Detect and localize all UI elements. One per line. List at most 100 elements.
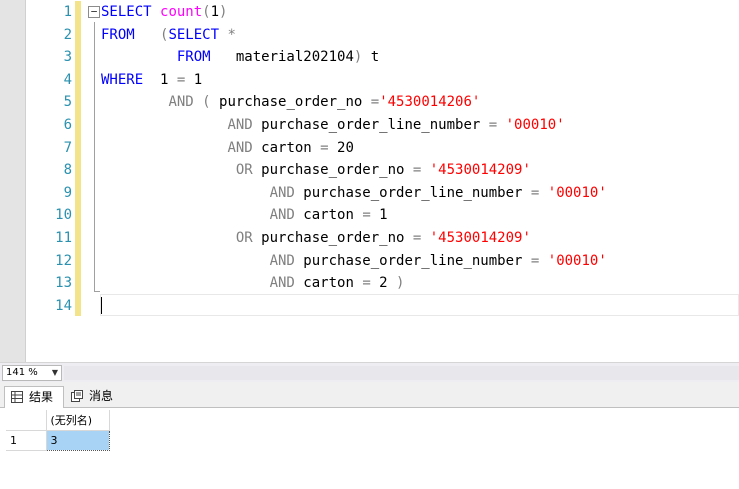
code-token: (	[202, 4, 211, 20]
line-number: 14	[55, 297, 72, 314]
code-token: purchase_order_line_number	[294, 252, 531, 269]
code-token: WHERE	[101, 71, 144, 88]
code-line[interactable]: AND purchase_order_line_number = '00010'	[101, 250, 607, 273]
code-line[interactable]: AND ( purchase_order_no ='4530014206'	[101, 91, 607, 114]
collapse-region-icon[interactable]: −	[88, 6, 100, 18]
table-row: 1 3	[6, 429, 110, 451]
chevron-down-icon[interactable]: ▼	[52, 366, 58, 380]
code-token: SELECT	[168, 26, 220, 43]
code-line[interactable]: AND purchase_order_line_number = '00010'	[101, 114, 607, 137]
tab-results[interactable]: 结果	[4, 386, 64, 408]
code-line[interactable]	[101, 295, 607, 318]
code-line[interactable]: OR purchase_order_no = '4530014209'	[101, 159, 607, 182]
change-tracking-bar	[75, 1, 81, 316]
results-grid: (无列名) 1 3	[6, 410, 110, 451]
code-token: AND	[269, 252, 295, 269]
code-token: material202104	[210, 49, 354, 66]
header-row: (无列名)	[6, 410, 110, 431]
code-token: =	[320, 139, 329, 156]
line-number: 13	[55, 275, 72, 292]
zoom-level: 141 %	[6, 367, 38, 378]
column-header[interactable]: (无列名)	[46, 410, 110, 431]
line-number: 7	[63, 139, 72, 156]
code-token: 1	[370, 207, 388, 224]
code-token: 20	[328, 139, 354, 156]
code-line[interactable]: FROM material202104) t	[101, 46, 607, 69]
code-token: '4530014209'	[429, 229, 531, 246]
code-token: purchase_order_no	[252, 162, 413, 179]
code-token: '00010'	[547, 184, 607, 201]
code-token: carton	[294, 207, 363, 224]
line-number: 9	[63, 184, 72, 201]
code-token: SELECT	[101, 4, 152, 20]
code-token: purchase_order_no	[210, 94, 371, 111]
outline-guide-end	[94, 291, 100, 292]
code-token: 1	[185, 71, 203, 88]
code-text[interactable]: SELECT count(1) FROM (SELECT * FROM mater…	[101, 1, 607, 317]
zoom-dropdown[interactable]: 141 % ▼	[2, 365, 62, 381]
tab-messages[interactable]: 消息	[65, 386, 119, 408]
line-number: 1	[63, 4, 72, 20]
code-token: =	[362, 275, 371, 292]
editor-margin	[0, 0, 26, 362]
code-token: )	[396, 275, 405, 292]
code-line[interactable]: AND purchase_order_line_number = '00010'	[101, 182, 607, 205]
code-token: OR	[235, 229, 253, 246]
code-line[interactable]: FROM (SELECT *	[101, 24, 607, 47]
code-line[interactable]: AND carton = 1	[101, 204, 607, 227]
code-token: AND	[227, 116, 253, 133]
code-token: FROM	[101, 26, 135, 43]
code-token: AND	[269, 184, 295, 201]
code-token: =	[370, 94, 380, 111]
code-token: purchase_order_no	[252, 229, 413, 246]
line-number: 8	[63, 162, 72, 179]
code-token: '00010'	[505, 116, 565, 133]
editor-status-bar: 141 % ▼	[0, 362, 739, 382]
line-number: 2	[63, 26, 72, 43]
code-line[interactable]: OR purchase_order_no = '4530014209'	[101, 227, 607, 250]
code-token: )	[219, 4, 228, 20]
code-token: '00010'	[547, 252, 607, 269]
line-number: 10	[55, 207, 72, 224]
sql-query-editor[interactable]: 1 2 3 4 5 6 7 8 9 10 11 12 13 14 − SELECT count(1) FRO…	[0, 0, 739, 362]
code-line[interactable]: SELECT count(1)	[101, 1, 607, 24]
code-token: t	[362, 49, 380, 66]
code-token: purchase_order_line_number	[294, 184, 531, 201]
code-token: *	[227, 26, 236, 43]
line-number: 4	[63, 71, 72, 88]
code-token: =	[362, 207, 371, 224]
horizontal-scrollbar[interactable]	[64, 366, 739, 380]
results-pane: (无列名) 1 3	[0, 408, 739, 489]
line-number: 5	[63, 94, 72, 111]
code-token: (	[202, 94, 211, 111]
row-header[interactable]: 1	[6, 430, 47, 451]
code-line[interactable]: AND carton = 20	[101, 137, 607, 160]
code-token: 1	[143, 71, 177, 88]
tab-results-label: 结果	[29, 390, 54, 404]
code-token: OR	[235, 162, 253, 179]
code-token: '4530014209'	[429, 162, 531, 179]
code-line[interactable]: AND carton = 2 )	[101, 272, 607, 295]
line-number: 12	[55, 252, 72, 269]
grid-corner[interactable]	[6, 410, 47, 431]
outline-guide	[94, 22, 95, 292]
code-token: AND	[227, 139, 253, 156]
code-line[interactable]: WHERE 1 = 1	[101, 69, 607, 92]
result-cell[interactable]: 3	[45, 429, 110, 451]
results-tab-strip: 结果 消息	[0, 382, 739, 408]
code-token: AND	[269, 207, 295, 224]
code-token: carton	[252, 139, 321, 156]
code-token: '4530014206'	[379, 94, 481, 111]
tab-messages-label: 消息	[89, 389, 114, 403]
